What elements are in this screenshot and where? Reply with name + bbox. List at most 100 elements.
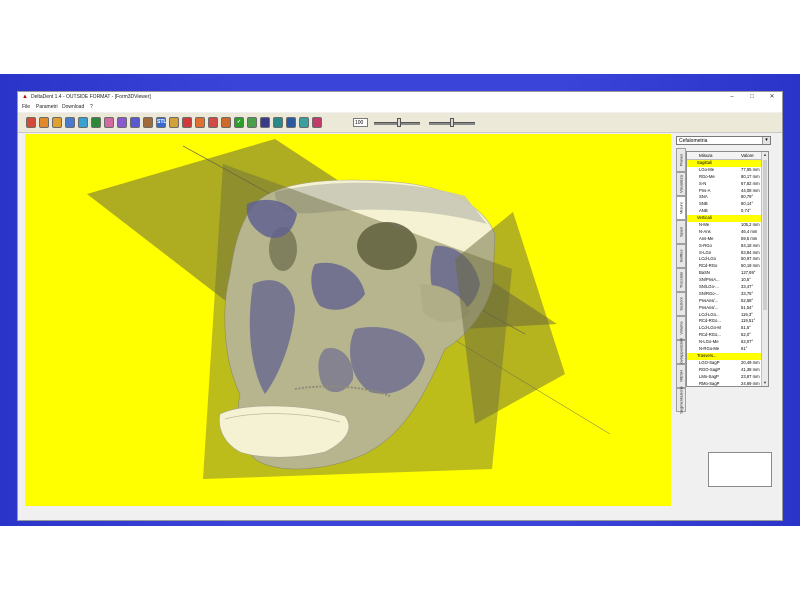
stl-icon[interactable]: STL [156, 117, 166, 128]
measure-name: PnsAns/... [699, 304, 719, 310]
measure-icon[interactable] [221, 117, 231, 128]
pan-icon[interactable] [78, 117, 88, 128]
ruler-icon[interactable] [169, 117, 179, 128]
brush-icon[interactable] [182, 117, 192, 128]
image-icon[interactable] [312, 117, 322, 128]
tab-tracciato[interactable]: Tracciato [676, 268, 686, 292]
tab-planes[interactable]: Planes [676, 148, 686, 172]
table-row[interactable]: LCd-LGo 50,97 mm [687, 256, 763, 263]
measure-name: LCd-LGo-M [699, 325, 721, 331]
table-row[interactable]: LGo-Me 77,95 mm [687, 167, 763, 174]
tab-volume[interactable]: Volume [676, 316, 686, 340]
app-window: ▲ DeltaDent 1.4 - OUTSIDE FORMAT - [Form… [17, 91, 783, 521]
table-row[interactable]: RCd-RGo... 119,51° [687, 318, 763, 325]
table-row[interactable]: N-LGo-Me 62,07° [687, 339, 763, 346]
tab-spazi[interactable]: Spazi [676, 220, 686, 244]
tab-selfiles[interactable]: Selfiles [676, 244, 686, 268]
check-icon[interactable]: ✓ [234, 117, 244, 128]
table-row[interactable]: PnsAns/... 51,54° [687, 305, 763, 312]
zoom-icon[interactable] [39, 117, 49, 128]
table-row[interactable]: BaSN 127,69° [687, 270, 763, 277]
menu-file[interactable]: File [22, 103, 30, 112]
table-row[interactable]: RGo-Me 80,17 mm [687, 174, 763, 181]
minimize-button[interactable]: – [723, 92, 741, 103]
table-row[interactable]: Ans-Me 59,5 mm [687, 236, 763, 243]
plane-icon[interactable] [247, 117, 257, 128]
slider-2-thumb[interactable] [450, 118, 454, 127]
slider-1-thumb[interactable] [397, 118, 402, 127]
table-row[interactable]: SNA 80,79° [687, 194, 763, 201]
tab-segmentazione[interactable]: Segmentazione [676, 386, 686, 414]
tooth-icon[interactable] [195, 117, 205, 128]
close-button[interactable]: ✕ [763, 92, 781, 103]
tab-sovrapposizioni[interactable]: Sovrapposizioni [676, 338, 686, 366]
table-row[interactable]: SN/PnsA... 10,5° [687, 277, 763, 284]
measure-value: 51,54° [741, 304, 754, 310]
table-row[interactable]: ANB 0,74° [687, 208, 763, 215]
zoom-out-icon[interactable] [65, 117, 75, 128]
scroll-up-icon[interactable]: ▲ [762, 152, 768, 158]
table-row[interactable]: RMo-SagP 24,69 mm [687, 381, 763, 387]
tab-sezioni[interactable]: Sezioni [676, 292, 686, 316]
print-icon[interactable] [260, 117, 270, 128]
palette-icon[interactable] [26, 117, 36, 128]
tab-misure[interactable]: Misure [676, 196, 686, 220]
zoom-in-icon[interactable] [52, 117, 62, 128]
tab-mesh[interactable]: MESH [676, 364, 686, 388]
tab-visualizza[interactable]: Visualizza [676, 172, 686, 196]
scroll-thumb[interactable] [763, 160, 767, 310]
print-preview-icon[interactable] [273, 117, 283, 128]
measure-name: N-RGo-Me [699, 346, 720, 352]
rotate-icon[interactable] [91, 117, 101, 128]
3d-viewport[interactable] [25, 134, 671, 506]
measure-name: RCd-RGo [699, 263, 718, 269]
table-row[interactable]: N-Ans 46,4 mm [687, 229, 763, 236]
analysis-dropdown[interactable]: Cefalometria ▾ [676, 136, 771, 145]
table-section-row[interactable]: Trasvers... [687, 352, 763, 360]
chevron-down-icon[interactable]: ▾ [762, 137, 770, 144]
table-row[interactable]: SN/LGo-... 33,47° [687, 284, 763, 291]
table-row[interactable]: RCd-RGo... 52,0° [687, 332, 763, 339]
tab-label: Tracciato [678, 271, 684, 289]
zoom-input[interactable]: 100 [353, 118, 368, 127]
head-front-icon[interactable] [104, 117, 114, 128]
skull-icon[interactable] [143, 117, 153, 128]
menu-parametri[interactable]: Parametri [36, 103, 58, 112]
table-row[interactable]: Pns-A 44,08 mm [687, 188, 763, 195]
table-scrollbar[interactable]: ▲ ▼ [761, 152, 768, 386]
table-row[interactable]: S-N 67,82 mm [687, 181, 763, 188]
table-section-row[interactable]: Sagittali [687, 160, 763, 167]
table-row[interactable]: LGO-SagP 20,49 mm [687, 360, 763, 367]
maximize-button[interactable]: □ [743, 92, 761, 103]
notes-box[interactable] [708, 452, 772, 487]
save-icon[interactable] [286, 117, 296, 128]
table-row[interactable]: S-RGo 84,18 mm [687, 243, 763, 250]
head-top-icon[interactable] [130, 117, 140, 128]
table-row[interactable]: N-Me 105,2 mm [687, 222, 763, 229]
slider-1[interactable] [374, 118, 420, 127]
table-header: Misura Valore [687, 152, 763, 160]
menu-help[interactable]: ? [90, 103, 93, 112]
menu-download[interactable]: Download [62, 103, 84, 112]
scroll-down-icon[interactable]: ▼ [762, 380, 768, 386]
measure-name: LGO-SagP [699, 359, 720, 365]
table-row[interactable]: SN/RGo-... 33,75° [687, 291, 763, 298]
column-header-value[interactable]: Valore [741, 152, 754, 159]
measure-value: 84,18 mm [741, 242, 760, 248]
table-row[interactable]: LCd-LGo... 119,3° [687, 312, 763, 319]
table-row[interactable]: RCd-RGo 50,19 mm [687, 263, 763, 270]
table-row[interactable]: N-RGo-Me 61° [687, 346, 763, 353]
head-side-icon[interactable] [117, 117, 127, 128]
measure-value: 80,17 mm [741, 173, 760, 179]
table-row[interactable]: LMo-SagP 23,87 mm [687, 374, 763, 381]
table-row[interactable]: SNB 80,14° [687, 201, 763, 208]
jaw-icon[interactable] [208, 117, 218, 128]
table-row[interactable]: LCd-LGo-M 51,5° [687, 325, 763, 332]
table-row[interactable]: RGO-SagP 41,38 mm [687, 367, 763, 374]
column-header-name[interactable]: Misura [699, 152, 713, 159]
table-row[interactable]: PnsAns/... 52,58° [687, 298, 763, 305]
table-row[interactable]: S-LGo 83,84 mm [687, 250, 763, 257]
table-section-row[interactable]: Verticali [687, 215, 763, 223]
slider-2[interactable] [429, 118, 475, 127]
export-icon[interactable] [299, 117, 309, 128]
